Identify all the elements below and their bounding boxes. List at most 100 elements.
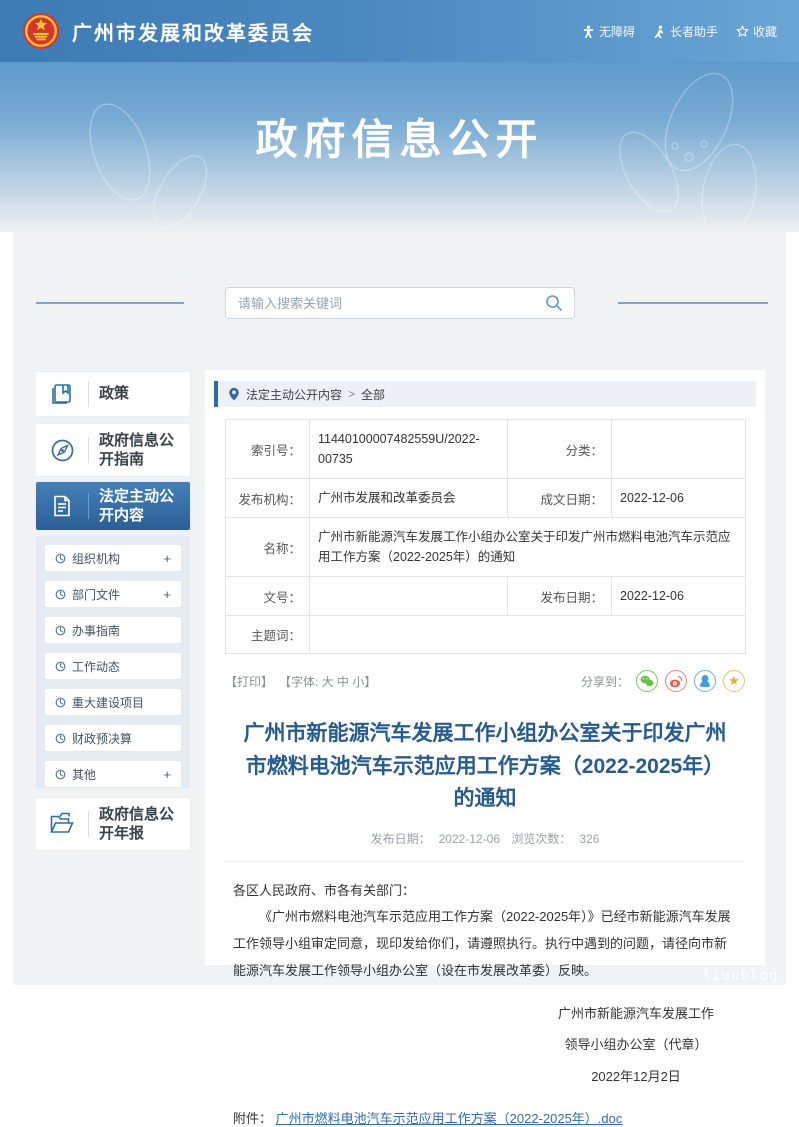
table-row: 主题词： (226, 616, 746, 654)
expand-plus-icon[interactable]: + (163, 767, 171, 782)
salutation: 各区人民政府、市各有关部门： (233, 878, 737, 905)
expand-plus-icon[interactable]: + (163, 551, 171, 566)
attachment-label: 附件： (233, 1111, 272, 1126)
accessibility-link[interactable]: 无障碍 (582, 23, 635, 40)
top-header-bar: 广州市发展和改革委员会 无障碍 长者助手 收藏 (0, 0, 799, 62)
sidebar-item-statutory-disclosure[interactable]: 法定主动公开内容 (36, 482, 190, 530)
keywords-value (310, 616, 746, 654)
written-date-value: 2022-12-06 (612, 479, 746, 518)
search-box (225, 287, 575, 319)
submenu-label: 财政预决算 (72, 730, 132, 747)
watermark: liuublog.c (703, 968, 797, 984)
table-row: 发布机构： 广州市发展和改革委员会 成文日期： 2022-12-06 (226, 479, 746, 518)
book-icon (36, 381, 88, 407)
banner-title: 政府信息公开 (0, 106, 799, 167)
publish-date-value: 2022-12-06 (612, 577, 746, 616)
page-icon (55, 697, 66, 708)
breadcrumb: 法定主动公开内容 > 全部 (214, 381, 756, 407)
sidebar-item-guide[interactable]: 政府信息公开指南 (36, 424, 190, 476)
search-icon[interactable] (544, 293, 564, 313)
sidebar: 政策 政府信息公开指南 法定主动公开内容 组织机构 + 部门文件 (36, 372, 190, 850)
submenu-label: 办事指南 (72, 622, 120, 639)
submenu-label: 组织机构 (72, 550, 120, 567)
wechat-icon (640, 675, 654, 687)
location-pin-icon (228, 387, 240, 401)
sidebar-item-annual-report[interactable]: 政府信息公开年报 (36, 798, 190, 850)
top-links: 无障碍 长者助手 收藏 (582, 23, 777, 40)
page-icon (55, 769, 66, 780)
agency-label: 发布机构： (226, 479, 310, 518)
keywords-label: 主题词： (226, 616, 310, 654)
page-icon (55, 625, 66, 636)
category-label: 分类： (508, 420, 612, 479)
accessibility-label: 无障碍 (599, 23, 635, 40)
submenu-label: 部门文件 (72, 586, 120, 603)
publish-date-label: 发布日期： (371, 832, 431, 846)
body-paragraph: 《广州市燃料电池汽车示范应用工作方案（2022-2025年）》已经市新能源汽车发… (233, 904, 737, 984)
elder-helper-label: 长者助手 (670, 23, 718, 40)
sidebar-item-label: 政府信息公开年报 (89, 805, 190, 844)
name-value: 广州市新能源汽车发展工作小组办公室关于印发广州市燃料电池汽车示范应用工作方案（2… (310, 518, 746, 577)
weibo-icon (669, 675, 683, 688)
submenu-item-service-guide[interactable]: 办事指南 (44, 616, 182, 644)
breadcrumb-current[interactable]: 全部 (361, 386, 385, 403)
table-row: 索引号： 11440100007482559U/2022-00735 分类： (226, 420, 746, 479)
attachment-link[interactable]: 广州市燃料电池汽车示范应用工作方案（2022-2025年）.doc (276, 1111, 623, 1126)
elder-helper-link[interactable]: 长者助手 (653, 23, 718, 40)
document-icon (36, 493, 88, 519)
document-meta-table: 索引号： 11440100007482559U/2022-00735 分类： 发… (225, 419, 746, 654)
compass-icon (36, 437, 88, 464)
page-icon (55, 733, 66, 744)
wechat-share-button[interactable] (636, 670, 658, 692)
national-emblem-logo (22, 12, 60, 50)
sidebar-submenu: 组织机构 + 部门文件 + 办事指南 工作动态 重大建设项目 (36, 536, 190, 788)
sidebar-item-label: 法定主动公开内容 (89, 487, 190, 526)
page-icon (55, 553, 66, 564)
submenu-label: 其他 (72, 766, 96, 783)
expand-plus-icon[interactable]: + (163, 587, 171, 602)
index-label: 索引号： (226, 420, 310, 479)
submenu-item-organization[interactable]: 组织机构 + (44, 544, 182, 572)
submenu-item-department-files[interactable]: 部门文件 + (44, 580, 182, 608)
favorite-link[interactable]: 收藏 (736, 23, 777, 40)
font-size-controls[interactable]: 【字体: 大 中 小】 (279, 673, 376, 690)
favorite-share-button[interactable]: ★ (723, 670, 745, 692)
article-body: 各区人民政府、市各有关部门： 《广州市燃料电池汽车示范应用工作方案（2022-2… (233, 878, 737, 985)
folder-icon (36, 810, 88, 838)
main-panel: 法定主动公开内容 > 全部 索引号： 11440100007482559U/20… (205, 370, 765, 965)
submenu-item-major-projects[interactable]: 重大建设项目 (44, 688, 182, 716)
written-date-label: 成文日期： (508, 479, 612, 518)
page-banner: 政府信息公开 (0, 62, 799, 232)
publish-date-label: 发布日期： (508, 577, 612, 616)
article-tools-bar: 【打印】 【字体: 大 中 小】 分享到： ★ (225, 670, 745, 692)
breadcrumb-root-link[interactable]: 法定主动公开内容 (246, 386, 342, 403)
qq-share-button[interactable] (694, 670, 716, 692)
sidebar-item-policy[interactable]: 政策 (36, 372, 190, 416)
search-input[interactable] (238, 296, 544, 311)
doc-no-label: 文号： (226, 577, 310, 616)
submenu-item-other[interactable]: 其他 + (44, 760, 182, 788)
search-decor-line-right (618, 302, 768, 304)
favorite-star-icon (736, 25, 749, 38)
category-value (612, 420, 746, 479)
weibo-share-button[interactable] (665, 670, 687, 692)
page-icon (55, 589, 66, 600)
table-row: 名称： 广州市新能源汽车发展工作小组办公室关于印发广州市燃料电池汽车示范应用工作… (226, 518, 746, 577)
signature-line-2: 领导小组办公室（代章） (521, 1029, 751, 1060)
search-decor-line-left (36, 302, 184, 304)
favorite-label: 收藏 (753, 23, 777, 40)
doc-no-value (310, 577, 508, 616)
signature-date: 2022年12月2日 (521, 1061, 751, 1092)
attachment-row: 附件： 广州市燃料电池汽车示范应用工作方案（2022-2025年）.doc (233, 1108, 737, 1127)
submenu-item-work-news[interactable]: 工作动态 (44, 652, 182, 680)
page-icon (55, 661, 66, 672)
submenu-label: 重大建设项目 (72, 694, 144, 711)
print-button[interactable]: 【打印】 (225, 673, 273, 690)
agency-value: 广州市发展和改革委员会 (310, 479, 508, 518)
article-meta: 发布日期：2022-12-06 浏览次数：326 (225, 830, 745, 862)
publish-date: 2022-12-06 (439, 832, 500, 846)
breadcrumb-separator: > (348, 387, 355, 401)
submenu-item-fiscal-budget[interactable]: 财政预决算 (44, 724, 182, 752)
signature-block: 广州市新能源汽车发展工作 领导小组办公室（代章） 2022年12月2日 (521, 998, 751, 1092)
share-label: 分享到： (581, 673, 629, 690)
